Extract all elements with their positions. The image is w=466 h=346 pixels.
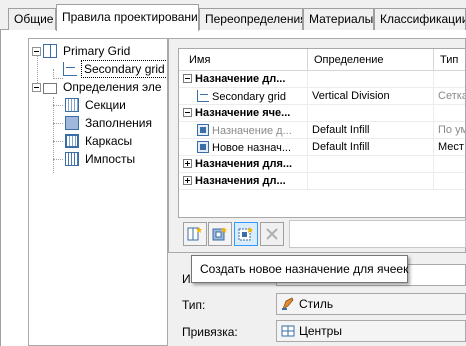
centers-icon — [281, 325, 295, 337]
new-cell-assignment-icon — [238, 227, 253, 241]
row-type: По ум — [434, 122, 465, 139]
type-dropdown[interactable]: Стиль — [276, 293, 466, 315]
row-definition — [308, 173, 434, 190]
row-definition: Default Infill — [308, 139, 434, 156]
row-type — [434, 71, 465, 88]
subdivision-icon — [63, 62, 77, 76]
collapse-icon[interactable] — [183, 74, 192, 83]
row-definition — [308, 71, 434, 88]
tab-overrides[interactable]: Переопределения — [199, 8, 303, 30]
button-tooltip: Создать новое назначение для ячеек — [191, 255, 408, 283]
collapse-icon[interactable] — [32, 82, 41, 92]
folder-icon — [43, 82, 57, 94]
delete-icon — [266, 228, 278, 240]
table-row[interactable]: Назначение яче... — [179, 105, 465, 122]
row-definition — [308, 156, 434, 173]
table-row[interactable]: Назначения дл... — [179, 173, 465, 190]
style-icon — [282, 297, 294, 310]
toolbar-spacer — [289, 220, 466, 248]
row-type — [434, 156, 465, 173]
tree-item-label: Импосты — [85, 152, 136, 166]
tab-general[interactable]: Общие — [8, 8, 56, 30]
tree-item-primary-grid[interactable]: Primary Grid — [32, 42, 132, 60]
column-header-name[interactable]: Имя — [179, 49, 308, 71]
cell-icon — [197, 141, 209, 153]
tree-item-frames[interactable]: Каркасы — [65, 132, 134, 150]
expand-icon[interactable] — [183, 159, 192, 168]
table-row[interactable]: Secondary grid Vertical Division Сетка — [179, 88, 465, 105]
tree-item-label: Secondary grid — [81, 60, 167, 78]
cell-icon — [197, 124, 209, 136]
table-row[interactable]: Новое назнач... Default Infill Мест — [179, 139, 465, 156]
grid-header: Имя Определение Тип — [179, 49, 465, 71]
tree-item-label: Каркасы — [85, 134, 133, 148]
collapse-icon[interactable] — [32, 46, 41, 56]
row-name: Назначения дл... — [195, 175, 286, 187]
tree-item-sections[interactable]: Секции — [65, 96, 128, 114]
row-type — [434, 173, 465, 190]
tree-item-element-definitions[interactable]: Определения эле — [32, 78, 164, 96]
mullion-icon — [65, 152, 79, 166]
row-definition: Vertical Division — [308, 88, 434, 105]
column-header-type[interactable]: Тип — [434, 49, 465, 71]
frame-icon — [65, 134, 79, 148]
row-name: Новое назнач... — [212, 142, 292, 154]
type-value: Стиль — [299, 297, 334, 311]
tree-item-label: Определения эле — [63, 80, 162, 94]
tree-item-secondary-grid[interactable]: Secondary grid — [63, 60, 167, 78]
tree-item-label: Primary Grid — [63, 44, 131, 58]
sections-icon — [65, 98, 79, 112]
tree-item-label: Заполнения — [85, 116, 152, 130]
grid-icon — [43, 44, 57, 58]
row-type — [434, 105, 465, 122]
tab-classifications[interactable]: Классификации — [374, 8, 466, 30]
table-row[interactable]: Назначение дл... — [179, 71, 465, 88]
row-definition — [308, 105, 434, 122]
new-cell-assignment-button[interactable] — [234, 222, 258, 246]
row-name: Назначение д... — [212, 125, 292, 137]
table-row[interactable]: Назначение д... Default Infill По ум — [179, 122, 465, 139]
column-header-definition[interactable]: Определение — [308, 49, 434, 71]
delete-assignment-button[interactable] — [260, 222, 284, 246]
row-name: Назначения для... — [195, 158, 293, 170]
subdivision-icon — [197, 90, 209, 102]
table-row[interactable]: Назначения для... — [179, 156, 465, 173]
tree-item-label: Секции — [85, 98, 126, 112]
row-type: Сетка — [434, 88, 465, 105]
tree-item-mullions[interactable]: Импосты — [65, 150, 137, 168]
row-definition: Default Infill — [308, 122, 434, 139]
collapse-icon[interactable] — [183, 108, 192, 117]
tab-materials[interactable]: Материалы — [303, 8, 374, 30]
infill-icon — [65, 116, 79, 130]
assignments-grid[interactable]: Имя Определение Тип Назначение дл... Sec… — [178, 48, 466, 218]
element-tree[interactable]: Primary Grid Secondary grid Определения … — [28, 38, 168, 346]
tab-design-rules[interactable]: Правила проектирования — [56, 4, 199, 31]
new-grid-assignment-button[interactable] — [183, 222, 207, 246]
new-frame-assignment-button[interactable] — [208, 222, 232, 246]
new-grid-assignment-icon — [187, 227, 202, 241]
type-label: Тип: — [182, 298, 206, 312]
row-type: Мест — [434, 139, 465, 156]
binding-dropdown[interactable]: Центры — [276, 320, 466, 342]
row-name: Secondary grid — [212, 91, 286, 103]
expand-icon[interactable] — [183, 176, 192, 185]
binding-value: Центры — [299, 324, 342, 338]
tab-strip: Общие Правила проектирования Переопредел… — [0, 0, 466, 31]
row-name: Назначение дл... — [195, 73, 286, 85]
new-frame-assignment-icon — [212, 227, 227, 241]
binding-label: Привязка: — [182, 325, 238, 339]
tree-item-infills[interactable]: Заполнения — [65, 114, 154, 132]
row-name: Назначение яче... — [195, 107, 291, 119]
